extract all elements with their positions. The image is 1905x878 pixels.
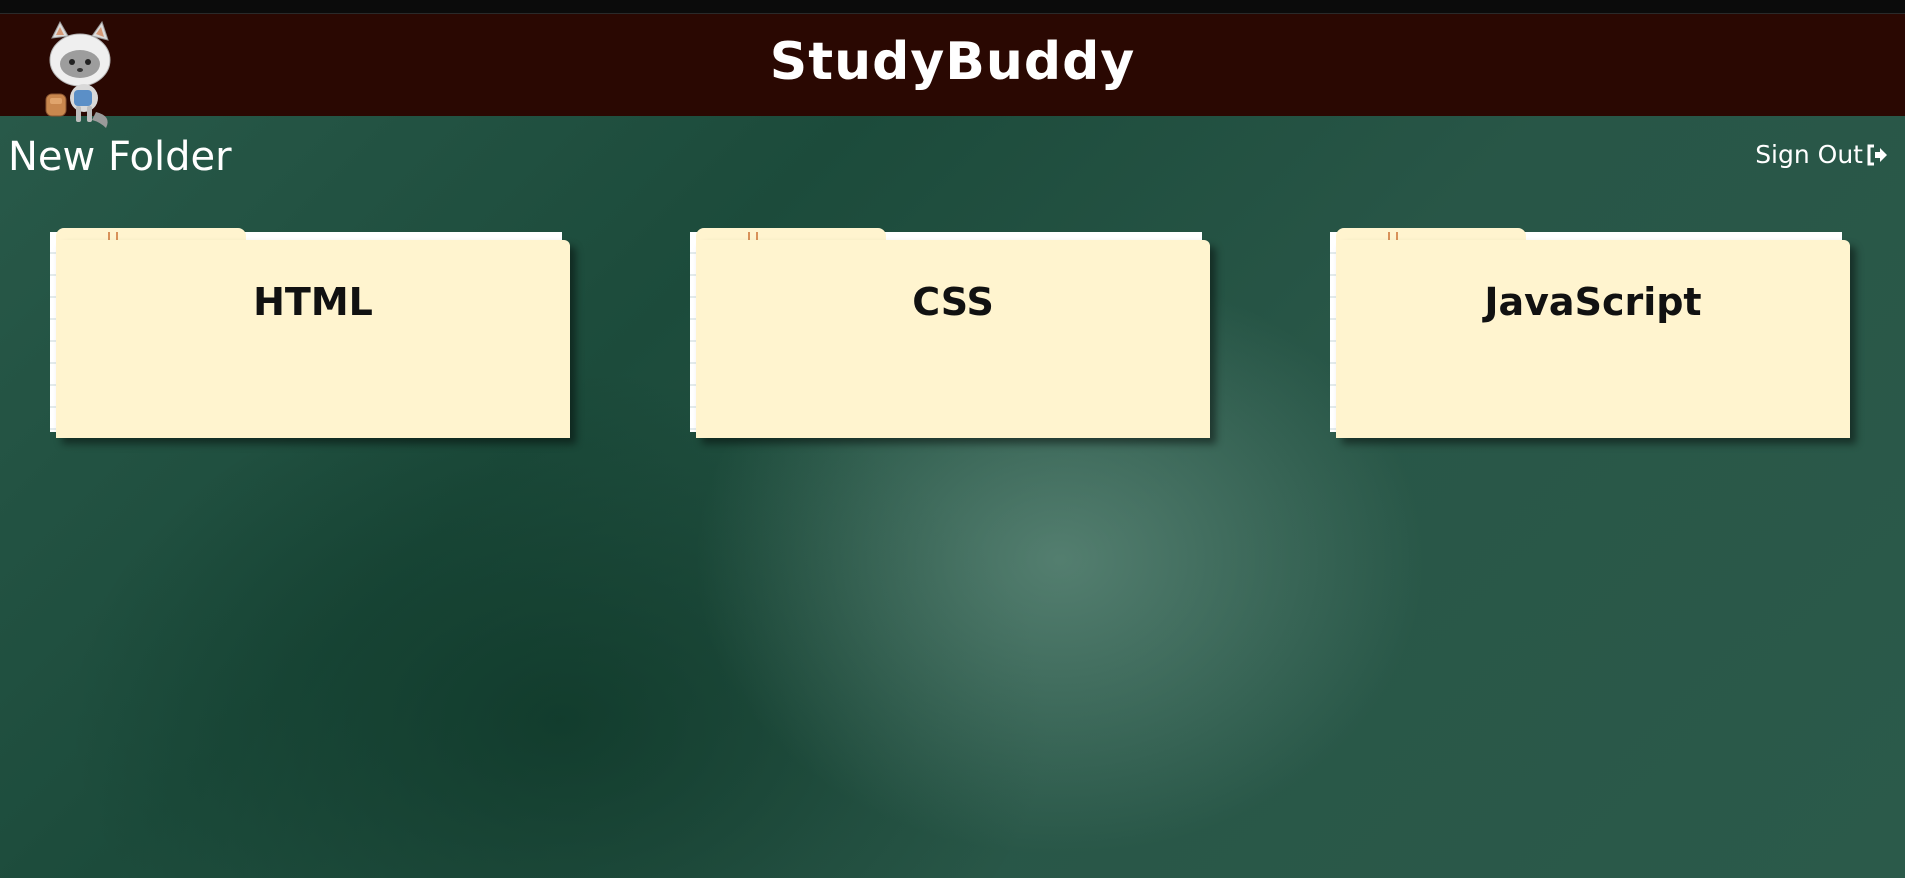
folder-card-html[interactable]: HTML [50,228,570,440]
sign-out-button[interactable]: Sign Out [1755,140,1889,169]
tab-mark [1388,232,1398,240]
sign-out-label: Sign Out [1755,140,1863,169]
folder-card-css[interactable]: CSS [690,228,1210,440]
app-header: StudyBuddy [0,14,1905,116]
new-folder-button[interactable]: New Folder [8,134,232,180]
sign-out-icon [1867,144,1887,165]
folder-label: CSS [912,280,994,324]
folder-front: HTML [56,240,570,438]
app-title: StudyBuddy [769,32,1136,92]
raccoon-mascot-icon[interactable] [40,20,120,130]
folder-front: JavaScript [1336,240,1850,438]
folder-card-javascript[interactable]: JavaScript [1330,228,1850,440]
tab-mark [108,232,118,240]
tab-mark [748,232,758,240]
folder-label: JavaScript [1484,280,1702,324]
folder-label: HTML [253,280,373,324]
folder-front: CSS [696,240,1210,438]
browser-top-strip [0,0,1905,14]
